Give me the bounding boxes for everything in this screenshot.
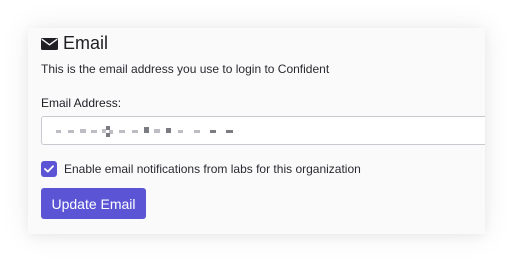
email-notifications-checkbox[interactable]: [41, 161, 57, 177]
email-field-label: Email Address:: [41, 96, 122, 110]
section-header: Email: [41, 32, 108, 54]
email-notifications-label[interactable]: Enable email notifications from labs for…: [64, 161, 361, 177]
email-input[interactable]: [41, 116, 485, 145]
checkmark-icon: [44, 165, 54, 173]
email-settings-card: Email This is the email address you use …: [28, 28, 485, 234]
update-email-button[interactable]: Update Email: [41, 188, 146, 219]
section-title: Email: [63, 32, 109, 53]
envelope-icon: [41, 37, 58, 50]
section-description: This is the email address you use to log…: [41, 62, 330, 76]
